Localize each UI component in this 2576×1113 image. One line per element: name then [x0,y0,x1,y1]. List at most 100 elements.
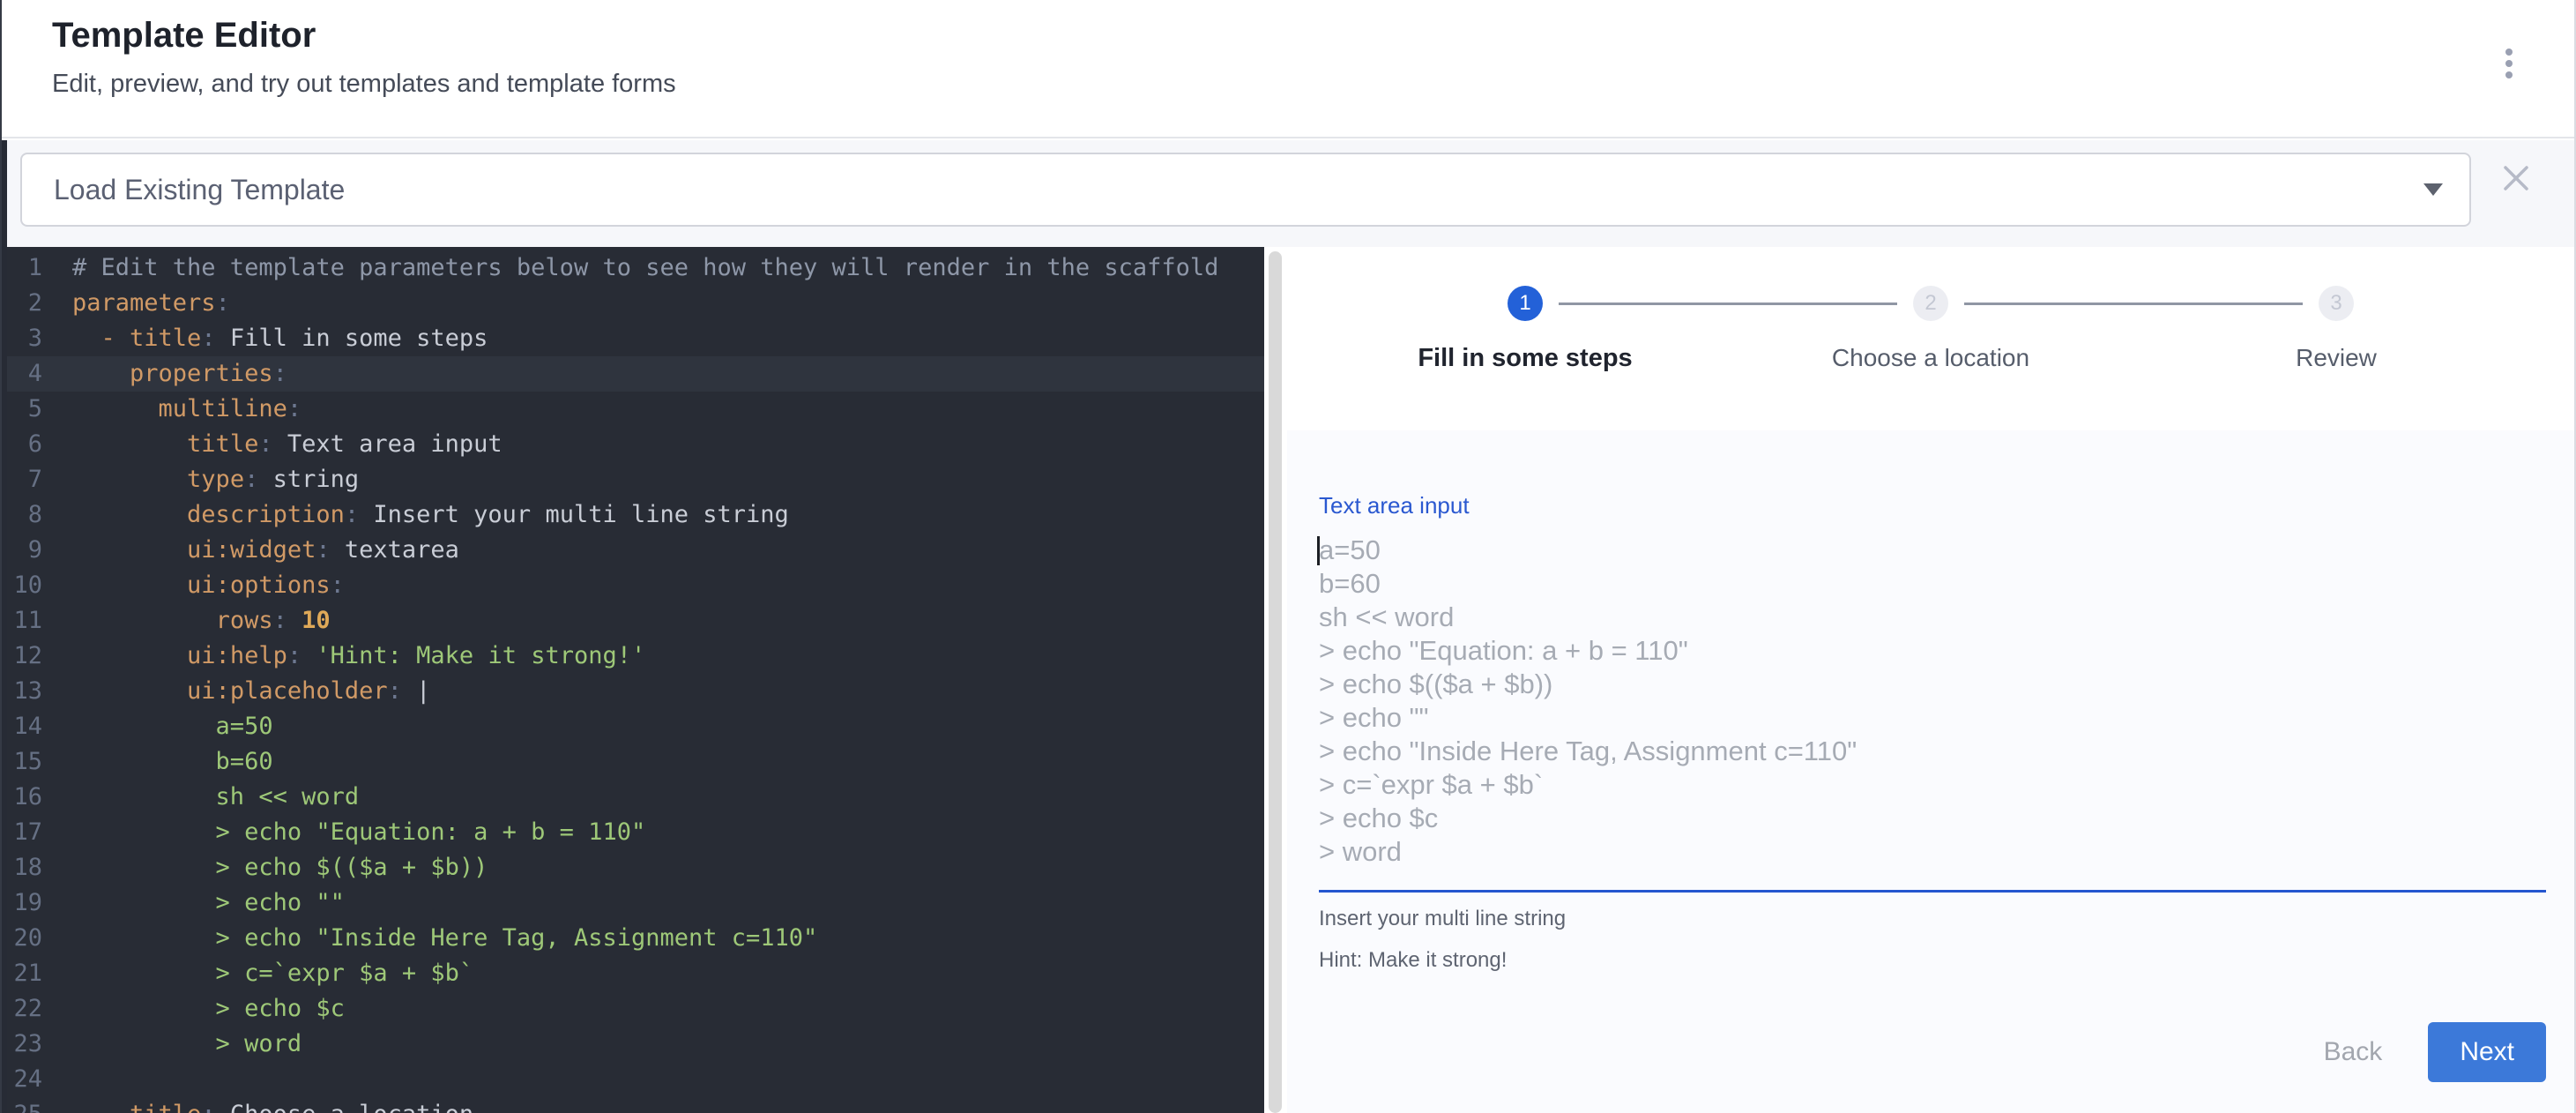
code-token [287,607,302,634]
field-help-text: Hint: Make it strong! [1319,948,2546,973]
editor-line[interactable]: 3 - title: Fill in some steps [2,321,1264,356]
line-number: 19 [2,885,42,921]
editor-line-code: multiline: [72,392,302,427]
editor-line-code: > word [72,1027,302,1062]
editor-line[interactable]: 5 multiline: [2,392,1264,427]
editor-line[interactable]: 20 > echo "Inside Here Tag, Assignment c… [2,921,1264,956]
editor-line[interactable]: 13 ui:placeholder: | [2,674,1264,709]
line-number: 9 [2,533,42,568]
textarea-placeholder-line: b=60 [1319,567,2546,601]
code-token: : [244,466,258,493]
code-token [72,395,159,422]
editor-line[interactable]: 1 # Edit the template parameters below to… [2,250,1264,286]
editor-line[interactable]: 10 ui:options: [2,568,1264,603]
editor-line[interactable]: 9 ui:widget: textarea [2,533,1264,568]
editor-line-code: > c=`expr $a + $b` [72,956,473,991]
editor-line[interactable]: 17 > echo "Equation: a + b = 110" [2,815,1264,850]
split-divider-handle[interactable] [1269,251,1282,1113]
code-token: ui:options [187,571,331,599]
code-token: : [216,289,230,317]
code-token: textarea [331,536,459,564]
line-number: 13 [2,674,42,709]
editor-line[interactable]: 24 [2,1062,1264,1097]
line-number: 6 [2,427,42,462]
code-token: # Edit the template parameters below to … [72,254,1218,281]
line-number: 21 [2,956,42,991]
textarea-placeholder-line: > echo "Equation: a + b = 110" [1319,634,2546,668]
select-placeholder: Load Existing Template [54,174,345,206]
editor-line[interactable]: 2 parameters: [2,286,1264,321]
editor-line[interactable]: 25 - title: Choose a location [2,1097,1264,1113]
field-description: Insert your multi line string [1319,907,2546,931]
editor-line[interactable]: 23 > word [2,1027,1264,1062]
code-token [72,430,187,458]
editor-line-code: ui:help: 'Hint: Make it strong!' [72,639,645,674]
editor-line-code: a=50 [72,709,273,744]
editor-line[interactable]: 15 b=60 [2,744,1264,780]
code-token: 10 [302,607,331,634]
code-token: ui:placeholder [187,677,388,705]
left-edge-strip [2,140,7,1113]
step-label: Review [2133,344,2539,372]
line-number: 2 [2,286,42,321]
line-number: 14 [2,709,42,744]
code-token: : [316,536,330,564]
code-token [72,571,187,599]
code-token: : [273,607,287,634]
editor-line[interactable]: 6 title: Text area input [2,427,1264,462]
code-token [72,677,187,705]
editor-line[interactable]: 14 a=50 [2,709,1264,744]
line-number: 8 [2,497,42,533]
editor-line[interactable]: 12 ui:help: 'Hint: Make it strong!' [2,639,1264,674]
line-number: 3 [2,321,42,356]
code-token: | [402,677,431,705]
editor-line[interactable]: 7 type: string [2,462,1264,497]
editor-line-code: parameters: [72,286,230,321]
editor-line[interactable]: 19 > echo "" [2,885,1264,921]
wizard-stepper: 1Fill in some steps2Choose a location3Re… [1322,286,2539,373]
line-number: 15 [2,744,42,780]
back-button[interactable]: Back [2324,1037,2383,1067]
editor-line[interactable]: 8 description: Insert your multi line st… [2,497,1264,533]
divider-track [1264,247,1287,1113]
template-selector-row: Load Existing Template [2,140,2574,247]
editor-line[interactable]: 11 rows: 10 [2,603,1264,639]
editor-line-code: > echo "Equation: a + b = 110" [72,815,645,850]
clear-selection-button[interactable] [2497,160,2535,198]
code-token: : [287,395,302,422]
editor-line-code: rows: 10 [72,603,331,639]
textarea-placeholder-line: > echo $(($a + $b)) [1319,668,2546,701]
line-number: 23 [2,1027,42,1062]
editor-line[interactable]: 18 > echo $(($a + $b)) [2,850,1264,885]
code-token: > echo "Equation: a + b = 110" [72,818,645,846]
wizard-step: 2Choose a location [1728,286,2133,373]
editor-line[interactable]: 21 > c=`expr $a + $b` [2,956,1264,991]
next-button[interactable]: Next [2428,1022,2546,1082]
editor-line-code: > echo "Inside Here Tag, Assignment c=11… [72,921,817,956]
textarea-placeholder-line: > word [1319,835,2546,869]
code-token: ui:help [187,642,287,669]
step-number-badge: 1 [1508,286,1543,321]
textarea-placeholder-line: > echo $c [1319,802,2546,835]
code-token: : [388,677,402,705]
editor-line-code: - title: Fill in some steps [72,321,488,356]
code-token [72,536,187,564]
textarea-placeholder: a=50b=60sh << word> echo "Equation: a + … [1319,534,2546,869]
step-number-badge: 2 [1913,286,1948,321]
yaml-code-editor[interactable]: 1 # Edit the template parameters below to… [2,247,1264,1113]
editor-line[interactable]: 16 sh << word [2,780,1264,815]
code-token: : [258,430,272,458]
line-number: 7 [2,462,42,497]
multiline-textarea[interactable]: a=50b=60sh << word> echo "Equation: a + … [1319,534,2546,893]
editor-line[interactable]: 4 properties: [2,356,1264,392]
more-options-button[interactable] [2490,39,2528,88]
code-token: - [101,325,130,352]
close-icon [2499,161,2533,198]
textarea-placeholder-line: a=50 [1319,534,2546,567]
code-token [72,325,101,352]
line-number: 1 [2,250,42,286]
editor-line[interactable]: 22 > echo $c [2,991,1264,1027]
code-token: - [101,1101,130,1113]
load-template-select[interactable]: Load Existing Template [20,153,2471,227]
code-token: string [258,466,359,493]
